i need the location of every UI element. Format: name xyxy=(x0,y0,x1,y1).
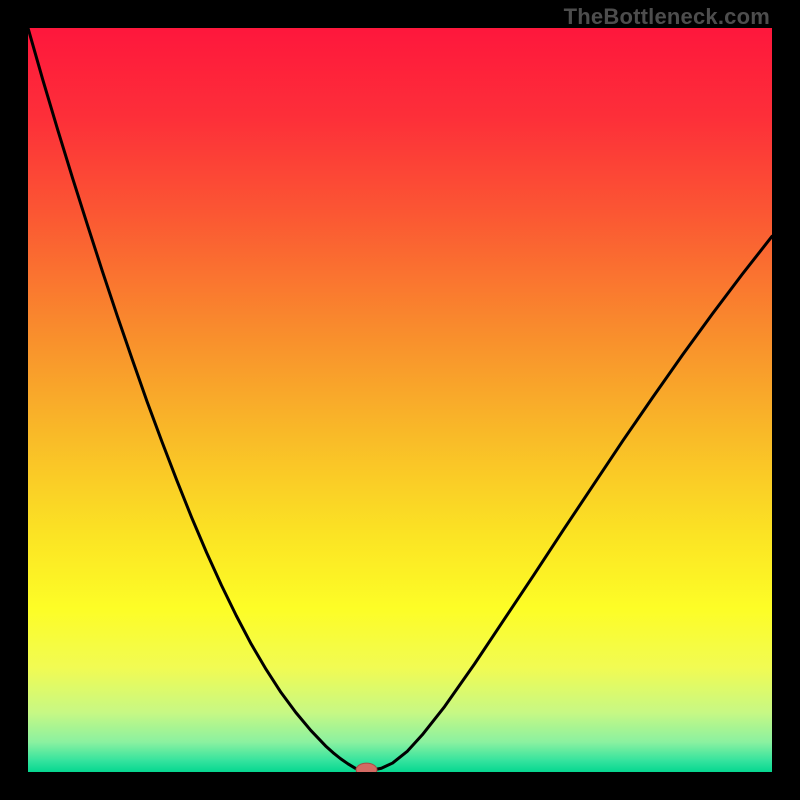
optimal-point-marker xyxy=(356,763,377,772)
chart-svg xyxy=(28,28,772,772)
gradient-background xyxy=(28,28,772,772)
watermark-text: TheBottleneck.com xyxy=(564,4,770,30)
chart-frame: TheBottleneck.com xyxy=(0,0,800,800)
plot-area xyxy=(28,28,772,772)
